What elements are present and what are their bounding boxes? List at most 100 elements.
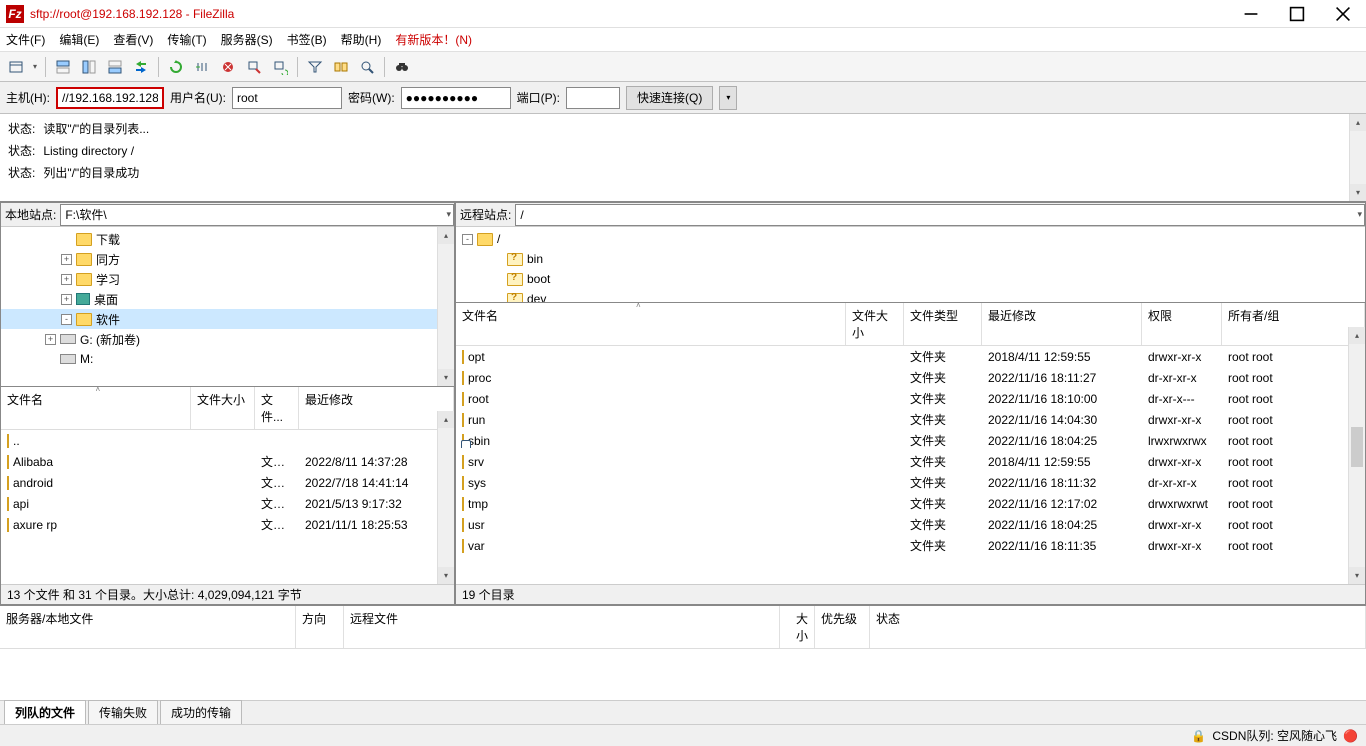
remote-tree[interactable]: -/binbootdev bbox=[456, 227, 1365, 303]
folder-unknown-icon bbox=[507, 253, 523, 266]
list-item[interactable]: sbin文件夹2022/11/16 18:04:25lrwxrwxrwxroot… bbox=[456, 430, 1365, 451]
close-button[interactable] bbox=[1320, 0, 1366, 28]
list-item[interactable]: sys文件夹2022/11/16 18:11:32dr-xr-xr-xroot … bbox=[456, 472, 1365, 493]
sitemanager-button[interactable] bbox=[4, 55, 28, 79]
port-input[interactable] bbox=[566, 87, 620, 109]
remote-file-list[interactable]: ˄文件名 文件大小 文件类型 最近修改 权限 所有者/组 opt文件夹2018/… bbox=[456, 303, 1365, 584]
minimize-button[interactable] bbox=[1228, 0, 1274, 28]
list-item[interactable]: tmp文件夹2022/11/16 12:17:02drwxrwxrwtroot … bbox=[456, 493, 1365, 514]
window-title: sftp://root@192.168.192.128 - FileZilla bbox=[30, 7, 1228, 21]
menu-bookmarks[interactable]: 书签(B) bbox=[287, 31, 327, 48]
remote-site-label: 远程站点: bbox=[456, 206, 515, 223]
tree-item[interactable]: 下载 bbox=[1, 229, 454, 249]
menu-server[interactable]: 服务器(S) bbox=[221, 31, 273, 48]
folder-icon bbox=[462, 455, 464, 469]
tab-failed[interactable]: 传输失败 bbox=[88, 700, 158, 724]
reconnect-button[interactable] bbox=[268, 55, 292, 79]
compare-button[interactable] bbox=[329, 55, 353, 79]
filter-button[interactable] bbox=[303, 55, 327, 79]
log-scrollbar[interactable]: ▴▾ bbox=[1349, 114, 1366, 201]
toggle-queue-button[interactable] bbox=[103, 55, 127, 79]
local-list-scrollbar[interactable]: ▴▾ bbox=[437, 411, 454, 584]
window-controls bbox=[1228, 0, 1366, 28]
tree-item[interactable]: M: bbox=[1, 349, 454, 369]
local-list-header[interactable]: ˄文件名 文件大小 文件... 最近修改 bbox=[1, 387, 454, 430]
tree-item[interactable]: +学习 bbox=[1, 269, 454, 289]
col-filename: ˄文件名 bbox=[1, 387, 191, 429]
local-tree[interactable]: 下载+同方+学习+桌面-软件+G: (新加卷)M: ▴▾ bbox=[1, 227, 454, 387]
remote-list-header[interactable]: ˄文件名 文件大小 文件类型 最近修改 权限 所有者/组 bbox=[456, 303, 1365, 346]
menu-new-version[interactable]: 有新版本！(N) bbox=[395, 31, 472, 48]
folder-icon bbox=[477, 233, 493, 246]
host-input[interactable] bbox=[56, 87, 164, 109]
folder-icon bbox=[76, 253, 92, 266]
folder-icon bbox=[462, 434, 464, 448]
desktop-icon bbox=[76, 293, 90, 305]
list-item[interactable]: srv文件夹2018/4/11 12:59:55drwxr-xr-xroot r… bbox=[456, 451, 1365, 472]
drive-icon bbox=[60, 354, 76, 364]
search-button[interactable] bbox=[355, 55, 379, 79]
username-input[interactable] bbox=[232, 87, 342, 109]
list-item[interactable]: android文件...2022/7/18 14:41:14 bbox=[1, 472, 454, 493]
queue-header[interactable]: 服务器/本地文件 方向 远程文件 大小 优先级 状态 bbox=[0, 606, 1366, 649]
binoculars-button[interactable] bbox=[390, 55, 414, 79]
tree-item[interactable]: +桌面 bbox=[1, 289, 454, 309]
folder-icon bbox=[76, 273, 92, 286]
refresh-button[interactable] bbox=[164, 55, 188, 79]
port-label: 端口(P): bbox=[517, 89, 560, 106]
tree-item[interactable]: -/ bbox=[456, 229, 1365, 249]
disconnect-button[interactable] bbox=[242, 55, 266, 79]
cancel-button[interactable] bbox=[216, 55, 240, 79]
tree-item[interactable]: boot bbox=[456, 269, 1365, 289]
col-modified: 最近修改 bbox=[299, 387, 454, 429]
toggle-log-button[interactable] bbox=[51, 55, 75, 79]
local-file-list[interactable]: ˄文件名 文件大小 文件... 最近修改 .. Alibaba文件...2022… bbox=[1, 387, 454, 584]
list-item[interactable]: axure rp文件...2021/11/1 18:25:53 bbox=[1, 514, 454, 535]
col-priority: 优先级 bbox=[815, 606, 870, 648]
menu-view[interactable]: 查看(V) bbox=[113, 31, 153, 48]
quickconnect-button[interactable]: 快速连接(Q) bbox=[626, 86, 713, 110]
col-status: 状态 bbox=[870, 606, 1366, 648]
process-queue-button[interactable] bbox=[190, 55, 214, 79]
remote-site-combo[interactable]: /▾ bbox=[515, 204, 1365, 226]
quickconnect-dropdown[interactable]: ▾ bbox=[719, 86, 737, 110]
app-icon: Fz bbox=[6, 5, 24, 23]
tab-success[interactable]: 成功的传输 bbox=[160, 700, 242, 724]
tree-item[interactable]: +G: (新加卷) bbox=[1, 329, 454, 349]
local-site-combo[interactable]: F:\软件\▾ bbox=[60, 204, 454, 226]
folder-icon bbox=[7, 434, 9, 448]
folder-icon bbox=[7, 497, 9, 511]
tree-item[interactable]: +同方 bbox=[1, 249, 454, 269]
list-item[interactable]: opt文件夹2018/4/11 12:59:55drwxr-xr-xroot r… bbox=[456, 346, 1365, 367]
toggle-tree-button[interactable] bbox=[77, 55, 101, 79]
list-item[interactable]: root文件夹2022/11/16 18:10:00dr-xr-x---root… bbox=[456, 388, 1365, 409]
list-item[interactable]: Alibaba文件...2022/8/11 14:37:28 bbox=[1, 451, 454, 472]
log-panel[interactable]: 状态: 读取"/"的目录列表...状态: Listing directory /… bbox=[0, 114, 1366, 202]
password-input[interactable] bbox=[401, 87, 511, 109]
folder-icon bbox=[462, 476, 464, 490]
menu-edit[interactable]: 编辑(E) bbox=[59, 31, 99, 48]
sitemanager-dropdown[interactable]: ▾ bbox=[30, 55, 40, 79]
remote-status: 19 个目录 bbox=[456, 584, 1365, 604]
menu-transfer[interactable]: 传输(T) bbox=[167, 31, 206, 48]
quickconnect-bar: 主机(H): 用户名(U): 密码(W): 端口(P): 快速连接(Q) ▾ bbox=[0, 82, 1366, 114]
list-item[interactable]: api文件...2021/5/13 9:17:32 bbox=[1, 493, 454, 514]
tree-item[interactable]: dev bbox=[456, 289, 1365, 303]
remote-list-scrollbar[interactable]: ▴▾ bbox=[1348, 327, 1365, 584]
list-item[interactable]: .. bbox=[1, 430, 454, 451]
menu-help[interactable]: 帮助(H) bbox=[341, 31, 382, 48]
list-item[interactable]: var文件夹2022/11/16 18:11:35drwxr-xr-xroot … bbox=[456, 535, 1365, 556]
transfer-queue[interactable]: 服务器/本地文件 方向 远程文件 大小 优先级 状态 bbox=[0, 605, 1366, 700]
menu-file[interactable]: 文件(F) bbox=[6, 31, 45, 48]
list-item[interactable]: run文件夹2022/11/16 14:04:30drwxr-xr-xroot … bbox=[456, 409, 1365, 430]
list-item[interactable]: proc文件夹2022/11/16 18:11:27dr-xr-xr-xroot… bbox=[456, 367, 1365, 388]
folder-icon bbox=[7, 476, 9, 490]
local-tree-scrollbar[interactable]: ▴▾ bbox=[437, 227, 454, 386]
maximize-button[interactable] bbox=[1274, 0, 1320, 28]
folder-icon bbox=[462, 497, 464, 511]
tree-item[interactable]: bin bbox=[456, 249, 1365, 269]
list-item[interactable]: usr文件夹2022/11/16 18:04:25drwxr-xr-xroot … bbox=[456, 514, 1365, 535]
tab-queued[interactable]: 列队的文件 bbox=[4, 700, 86, 724]
tree-item[interactable]: -软件 bbox=[1, 309, 454, 329]
sync-browse-button[interactable] bbox=[129, 55, 153, 79]
